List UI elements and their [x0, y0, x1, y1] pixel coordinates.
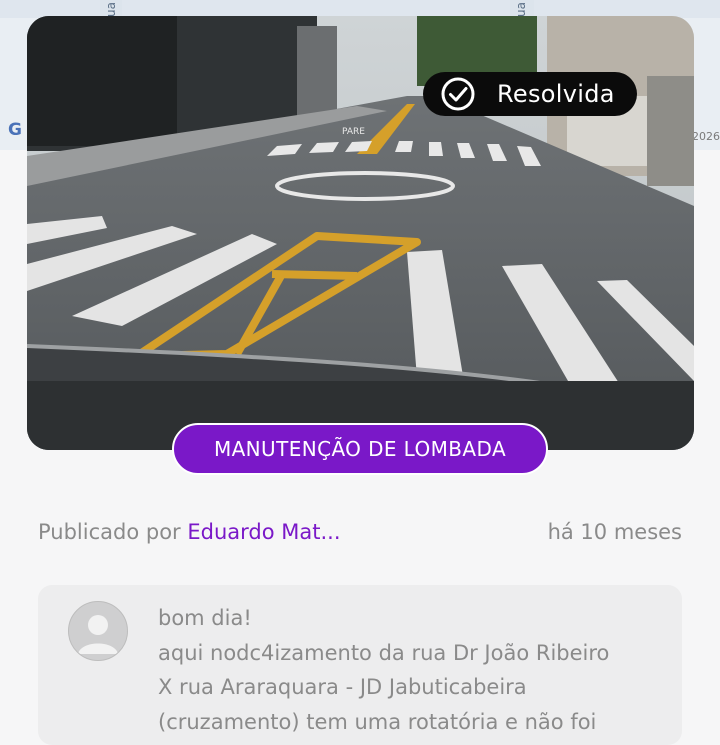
comment-line: aqui nodc4izamento da rua Dr João Ribeir… [158, 640, 610, 665]
comment-body: bom dia! aqui nodc4izamento da rua Dr Jo… [158, 601, 668, 739]
check-circle-icon [441, 77, 475, 111]
road-marking-text: PARE [342, 127, 365, 137]
comment-card: bom dia! aqui nodc4izamento da rua Dr Jo… [38, 585, 682, 745]
author-link[interactable]: Eduardo Mat... [187, 520, 340, 544]
publication-info: Publicado por Eduardo Mat... há 10 meses [38, 516, 682, 548]
status-label: Resolvida [497, 80, 615, 108]
map-attribution-year: 2026 [692, 130, 720, 143]
comment-line: (cruzamento) tem uma rotatória e não foi [158, 709, 597, 734]
comment-line: X rua Araraquara - JD Jabuticabeira [158, 675, 527, 699]
report-photo[interactable]: PARE Resolvida [27, 16, 694, 450]
user-avatar-icon[interactable] [68, 601, 128, 661]
published-time: há 10 meses [547, 520, 682, 544]
publisher-line: Publicado por Eduardo Mat... [38, 520, 341, 544]
status-badge: Resolvida [423, 72, 637, 116]
category-badge[interactable]: MANUTENÇÃO DE LOMBADA [172, 423, 548, 475]
published-prefix: Publicado por [38, 520, 181, 544]
comment-line: bom dia! [158, 606, 252, 630]
map-provider-logo: G [8, 120, 22, 140]
